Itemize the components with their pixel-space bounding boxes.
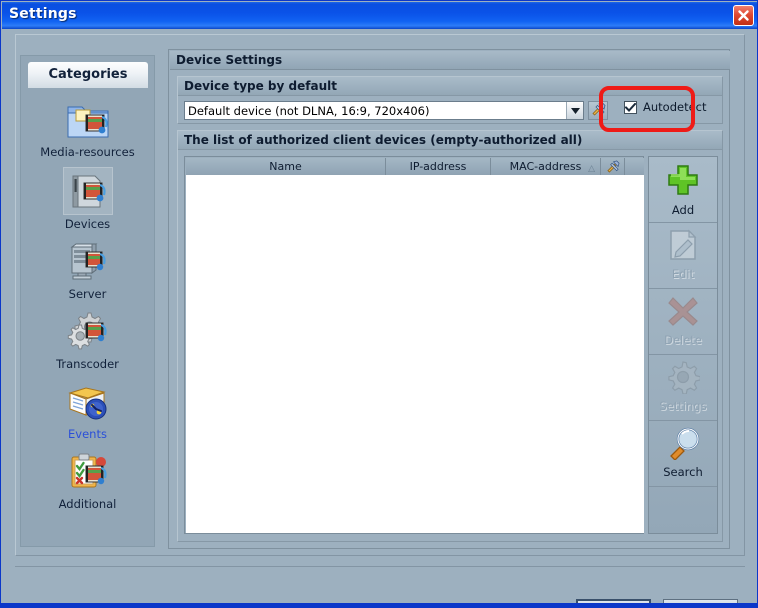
column-label: MAC-address: [509, 160, 582, 173]
sidebar-item-events[interactable]: Events: [21, 376, 154, 446]
add-button[interactable]: Add: [649, 157, 717, 223]
column-header-tools[interactable]: [601, 158, 625, 175]
sidebar-item-label: Additional: [58, 497, 117, 511]
column-header-name[interactable]: Name: [186, 158, 386, 175]
gear-icon: [649, 360, 717, 398]
sidebar-item-label: Events: [68, 427, 107, 441]
autodetect-checkbox[interactable]: Autodetect: [624, 100, 707, 114]
close-button[interactable]: [733, 5, 754, 26]
server-icon: [64, 239, 112, 285]
settings-button: Settings: [649, 355, 717, 421]
categories-list: Media-resources Devices Server Transcode…: [21, 94, 154, 516]
hammer-wrench-icon: [591, 101, 606, 120]
device-icon: [62, 167, 113, 215]
delete-x-icon: [649, 294, 717, 332]
device-list-group: The list of authorized client devices (e…: [177, 130, 723, 542]
hammer-wrench-icon: [606, 160, 619, 173]
edit-label: Edit: [671, 267, 695, 281]
title-bar: Settings: [2, 2, 757, 29]
edit-button: Edit: [649, 223, 717, 289]
device-type-value: Default device (not DLNA, 16:9, 720x406): [188, 103, 430, 118]
dialog-body: Categories Media-resources Devices Serve…: [2, 29, 757, 607]
window-title: Settings: [9, 6, 77, 22]
sidebar-item-label: Transcoder: [56, 357, 119, 371]
sidebar-item-label: Media-resources: [40, 145, 135, 159]
add-label: Add: [671, 203, 695, 217]
device-type-group: Device type by default Default device (n…: [177, 76, 723, 124]
checklist-icon: [64, 449, 112, 495]
search-button[interactable]: Search: [649, 421, 717, 487]
settings-label: Settings: [659, 399, 707, 413]
settings-dialog: Settings Categories Media-resources Devi…: [0, 0, 758, 608]
column-label: IP-address: [409, 160, 467, 173]
actions-panel-filler: [649, 487, 717, 533]
sidebar-item-transcoder[interactable]: Transcoder: [21, 306, 154, 376]
close-x-icon: [738, 10, 749, 21]
device-settings-group: Device Settings Device type by default D…: [168, 49, 730, 549]
sidebar-item-additional[interactable]: Additional: [21, 446, 154, 516]
device-actions-panel: Add Edit Delete Settings Search: [648, 156, 718, 534]
column-label: Name: [269, 160, 302, 173]
device-type-combo[interactable]: Default device (not DLNA, 16:9, 720x406): [184, 101, 584, 120]
delete-button: Delete: [649, 289, 717, 355]
column-header-filler: [625, 158, 642, 175]
column-header-mac-address[interactable]: MAC-address △: [491, 158, 601, 175]
categories-header: Categories: [28, 62, 148, 88]
device-list-table: Name IP-address MAC-address △: [184, 156, 644, 534]
checkmark-icon: [625, 102, 636, 112]
device-list-rows[interactable]: [186, 175, 644, 533]
column-header-ip-address[interactable]: IP-address: [386, 158, 491, 175]
search-label: Search: [663, 465, 703, 479]
media-folder-icon: [64, 97, 112, 143]
book-clock-icon: [64, 379, 112, 425]
autodetect-label: Autodetect: [643, 100, 707, 114]
sidebar-item-media-resources[interactable]: Media-resources: [21, 94, 154, 164]
chevron-down-icon[interactable]: [566, 102, 583, 119]
device-list-header: Name IP-address MAC-address △: [186, 158, 644, 175]
categories-panel: Categories Media-resources Devices Serve…: [20, 55, 155, 547]
delete-label: Delete: [664, 333, 702, 347]
sidebar-item-label: Devices: [64, 217, 111, 231]
gears-icon: [64, 309, 112, 355]
device-type-caption: Device type by default: [178, 77, 722, 96]
footer-divider: [15, 566, 745, 567]
sidebar-item-server[interactable]: Server: [21, 236, 154, 306]
window-bottom-border: [1, 603, 757, 607]
sidebar-item-label: Server: [68, 287, 107, 301]
device-type-tool-button[interactable]: [588, 101, 608, 120]
checkbox-box[interactable]: [624, 100, 637, 114]
edit-pencil-icon: [649, 228, 717, 266]
device-settings-caption: Device Settings: [170, 51, 730, 70]
sort-ascending-icon: △: [588, 164, 595, 174]
plus-icon: [649, 162, 717, 202]
device-list-caption: The list of authorized client devices (e…: [178, 131, 722, 150]
sidebar-item-devices[interactable]: Devices: [21, 164, 154, 236]
magnifier-icon: [649, 426, 717, 464]
